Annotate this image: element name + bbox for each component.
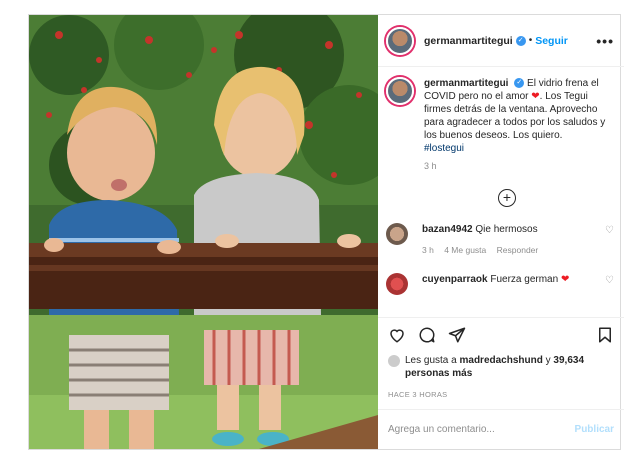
caption-time: 3 h xyxy=(424,161,437,171)
caption-avatar[interactable] xyxy=(386,77,414,105)
post-caption: germanmartitegui ✓ El vidrio frena el CO… xyxy=(386,77,614,155)
comment-body: bazan4942 Qie hermosos 3 h 4 Me gusta Re… xyxy=(422,223,546,257)
red-heart-icon: ❤ xyxy=(560,274,570,285)
comment-input[interactable] xyxy=(388,424,575,435)
liker-username[interactable]: madredachshund xyxy=(460,355,543,366)
post-sidebar: germanmartitegui ✓ • Seguir ••• germanma… xyxy=(378,15,624,449)
author-avatar[interactable] xyxy=(386,26,414,55)
comment-username[interactable]: cuyenparraok xyxy=(422,274,488,285)
load-more-comments-icon[interactable]: + xyxy=(498,189,516,207)
comment-time: 3 h xyxy=(422,245,434,255)
likes-connector: y xyxy=(545,355,551,366)
comment-body: cuyenparraok Fuerza german ❤ xyxy=(422,273,569,286)
comment-text: Qie hermosos xyxy=(475,224,538,235)
share-send-icon[interactable] xyxy=(448,326,466,349)
caption-text: germanmartitegui ✓ El vidrio frena el CO… xyxy=(424,77,614,155)
comment-likes[interactable]: 4 Me gusta xyxy=(444,245,486,255)
caption-username[interactable]: germanmartitegui xyxy=(424,78,508,89)
red-heart-icon: ❤ xyxy=(531,91,540,102)
commenter-avatar[interactable] xyxy=(386,273,408,295)
post-photo[interactable] xyxy=(29,15,378,449)
separator-dot: • xyxy=(528,35,533,46)
post-actions: Les gusta a madredachshund y 39,634 pers… xyxy=(378,317,624,399)
comment-item: bazan4942 Qie hermosos 3 h 4 Me gusta Re… xyxy=(386,223,614,257)
comment-username[interactable]: bazan4942 xyxy=(422,224,473,235)
comment-reply[interactable]: Responder xyxy=(497,245,539,255)
comment-meta: 3 h 4 Me gusta Responder xyxy=(422,244,546,257)
add-comment-bar: Publicar xyxy=(378,409,624,449)
verified-icon: ✓ xyxy=(514,78,525,89)
liker-avatar[interactable] xyxy=(388,355,400,367)
like-heart-icon[interactable] xyxy=(388,326,406,349)
comment-item: cuyenparraok Fuerza german ❤ ♡ xyxy=(386,273,614,295)
comment-like-heart-icon[interactable]: ♡ xyxy=(605,275,614,286)
publish-button[interactable]: Publicar xyxy=(575,424,614,435)
likes-summary: Les gusta a madredachshund y 39,634 pers… xyxy=(388,354,614,380)
comment-bubble-icon[interactable] xyxy=(418,326,436,349)
comments-section: germanmartitegui ✓ El vidrio frena el CO… xyxy=(378,67,624,317)
likes-text: Les gusta a madredachshund y 39,634 pers… xyxy=(405,354,614,380)
verified-icon: ✓ xyxy=(515,35,526,46)
more-options-icon[interactable]: ••• xyxy=(596,33,614,49)
author-username[interactable]: germanmartitegui xyxy=(424,35,513,47)
post-age: HACE 3 HORAS xyxy=(388,390,448,399)
post-card: germanmartitegui ✓ • Seguir ••• germanma… xyxy=(28,14,624,450)
post-header: germanmartitegui ✓ • Seguir ••• xyxy=(378,15,624,67)
likes-prefix: Les gusta a xyxy=(405,355,457,366)
comment-like-heart-icon[interactable]: ♡ xyxy=(605,225,614,236)
comment-text: Fuerza german xyxy=(490,274,559,285)
save-bookmark-icon[interactable] xyxy=(596,326,614,349)
follow-button[interactable]: Seguir xyxy=(535,35,568,47)
post-image xyxy=(29,15,378,449)
action-icons xyxy=(388,326,614,348)
commenter-avatar[interactable] xyxy=(386,223,408,245)
hashtag-link[interactable]: #lostegui xyxy=(424,143,464,154)
